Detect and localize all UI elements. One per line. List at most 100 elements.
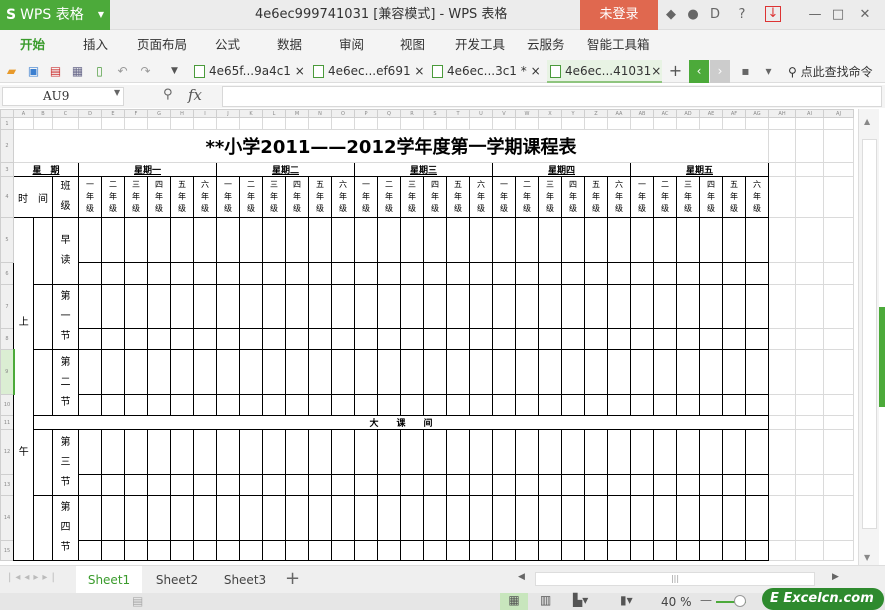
cell[interactable] xyxy=(823,415,854,430)
grade-header[interactable]: 五年级 xyxy=(584,176,608,218)
menu-developer[interactable]: 开发工具 xyxy=(455,30,505,60)
select-all-corner[interactable] xyxy=(0,109,14,118)
schedule-cell[interactable] xyxy=(354,540,378,561)
schedule-cell[interactable] xyxy=(538,429,562,475)
schedule-cell[interactable] xyxy=(676,394,700,416)
page-break-view-icon[interactable]: ▥ xyxy=(540,593,551,607)
cell[interactable] xyxy=(768,474,796,496)
schedule-cell[interactable] xyxy=(515,429,539,475)
schedule-cell[interactable] xyxy=(124,262,148,285)
schedule-cell[interactable] xyxy=(492,394,516,416)
grade-header[interactable]: 一年级 xyxy=(78,176,102,218)
schedule-cell[interactable] xyxy=(78,349,102,395)
sheet-tab-2[interactable]: Sheet2 xyxy=(144,566,210,594)
schedule-cell[interactable] xyxy=(101,394,125,416)
schedule-cell[interactable] xyxy=(193,328,217,350)
cell[interactable] xyxy=(795,495,824,541)
schedule-cell[interactable] xyxy=(331,429,355,475)
schedule-cell[interactable] xyxy=(78,394,102,416)
cell[interactable] xyxy=(262,117,286,130)
cell[interactable] xyxy=(768,217,796,263)
grade-header[interactable]: 一年级 xyxy=(216,176,240,218)
schedule-cell[interactable] xyxy=(124,349,148,395)
schedule-cell[interactable] xyxy=(170,217,194,263)
schedule-cell[interactable] xyxy=(722,262,746,285)
schedule-cell[interactable] xyxy=(216,284,240,329)
schedule-cell[interactable] xyxy=(607,217,631,263)
schedule-cell[interactable] xyxy=(239,429,263,475)
schedule-cell[interactable] xyxy=(216,394,240,416)
column-header-O[interactable]: O xyxy=(331,109,355,118)
schedule-cell[interactable] xyxy=(630,495,654,541)
schedule-cell[interactable] xyxy=(446,349,470,395)
menu-home[interactable]: 开始 xyxy=(20,30,45,60)
schedule-cell[interactable] xyxy=(193,349,217,395)
schedule-cell[interactable] xyxy=(515,217,539,263)
schedule-cell[interactable] xyxy=(285,474,309,496)
schedule-cell[interactable] xyxy=(124,394,148,416)
cell[interactable] xyxy=(823,129,854,163)
new-tab-icon[interactable]: + xyxy=(667,62,684,80)
column-header-W[interactable]: W xyxy=(515,109,539,118)
schedule-cell[interactable] xyxy=(630,540,654,561)
schedule-cell[interactable] xyxy=(239,394,263,416)
schedule-cell[interactable] xyxy=(745,495,769,541)
schedule-cell[interactable] xyxy=(262,284,286,329)
schedule-cell[interactable] xyxy=(745,262,769,285)
schedule-cell[interactable] xyxy=(147,429,171,475)
cell[interactable] xyxy=(52,117,79,130)
schedule-cell[interactable] xyxy=(722,284,746,329)
schedule-cell[interactable] xyxy=(124,540,148,561)
schedule-cell[interactable] xyxy=(676,217,700,263)
grade-header[interactable]: 三年级 xyxy=(538,176,562,218)
sheet-nav-arrows-icon[interactable]: |◂◂▸▸| xyxy=(8,572,59,583)
cell[interactable] xyxy=(584,117,608,130)
schedule-cell[interactable] xyxy=(745,429,769,475)
cell[interactable] xyxy=(469,117,493,130)
zoom-out-icon[interactable]: — xyxy=(700,593,712,607)
schedule-cell[interactable] xyxy=(170,474,194,496)
menu-view[interactable]: 视图 xyxy=(400,30,425,60)
row-header-8[interactable]: 8 xyxy=(0,328,14,350)
row-header-7[interactable]: 7 xyxy=(0,284,14,329)
eye-protection-icon[interactable]: ▮▾ xyxy=(620,593,633,607)
period-group-cell[interactable] xyxy=(33,429,53,496)
cell[interactable] xyxy=(538,117,562,130)
column-header-T[interactable]: T xyxy=(446,109,470,118)
schedule-cell[interactable] xyxy=(285,540,309,561)
schedule-cell[interactable] xyxy=(147,474,171,496)
schedule-cell[interactable] xyxy=(699,328,723,350)
column-header-AE[interactable]: AE xyxy=(699,109,723,118)
schedule-cell[interactable] xyxy=(308,495,332,541)
schedule-cell[interactable] xyxy=(423,429,447,475)
grade-header[interactable]: 四年级 xyxy=(423,176,447,218)
period-label[interactable]: 第四节 xyxy=(52,495,79,561)
schedule-cell[interactable] xyxy=(285,328,309,350)
grade-header[interactable]: 二年级 xyxy=(377,176,401,218)
wps-menu-button[interactable]: S WPS 表格 ▼ xyxy=(0,0,110,30)
row-header-12[interactable]: 12 xyxy=(0,429,14,475)
schedule-cell[interactable] xyxy=(745,394,769,416)
column-header-AF[interactable]: AF xyxy=(722,109,746,118)
cell[interactable] xyxy=(795,349,824,395)
reading-mode-icon[interactable]: ▙▾ xyxy=(573,593,588,607)
schedule-cell[interactable] xyxy=(216,540,240,561)
schedule-cell[interactable] xyxy=(653,474,677,496)
skin-icon[interactable]: ◆ xyxy=(662,6,680,24)
schedule-cell[interactable] xyxy=(170,328,194,350)
spreadsheet-grid[interactable]: A B C D E F G H I J K L M N O P Q R S T U V W X Y Z AA AB AC AD AE AF AG… xyxy=(0,109,856,565)
schedule-cell[interactable] xyxy=(584,284,608,329)
schedule-cell[interactable] xyxy=(193,495,217,541)
feedback-icon[interactable]: D xyxy=(706,6,724,24)
schedule-cell[interactable] xyxy=(469,217,493,263)
schedule-cell[interactable] xyxy=(561,349,585,395)
cell[interactable] xyxy=(768,349,796,395)
schedule-cell[interactable] xyxy=(331,394,355,416)
schedule-cell[interactable] xyxy=(239,284,263,329)
schedule-cell[interactable] xyxy=(699,284,723,329)
schedule-cell[interactable] xyxy=(308,349,332,395)
schedule-cell[interactable] xyxy=(170,262,194,285)
schedule-cell[interactable] xyxy=(561,262,585,285)
schedule-cell[interactable] xyxy=(584,429,608,475)
column-header-AJ[interactable]: AJ xyxy=(823,109,854,118)
